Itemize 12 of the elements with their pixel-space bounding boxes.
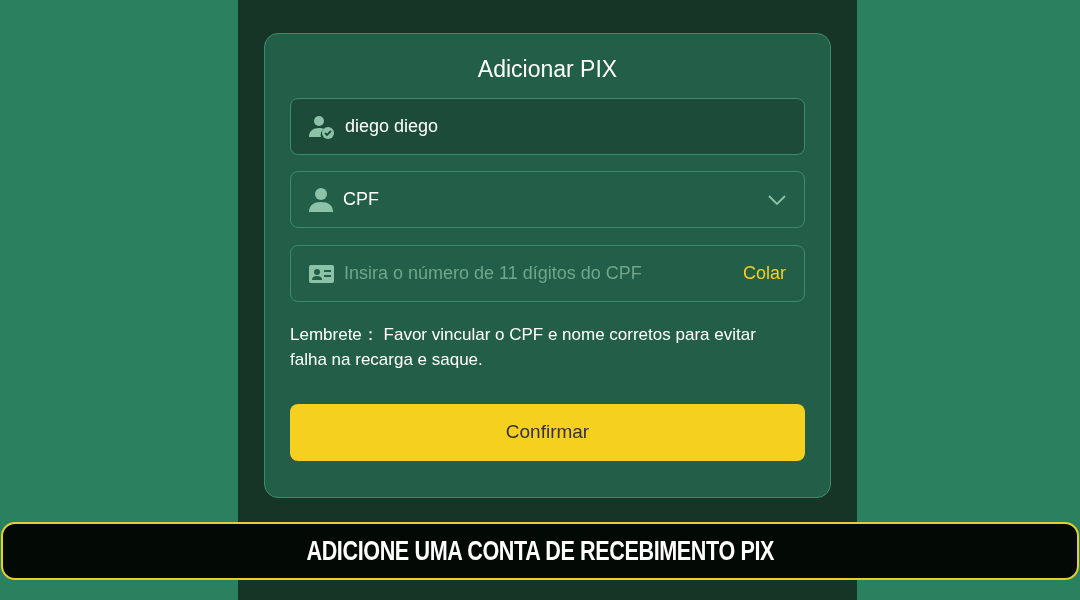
paste-link[interactable]: Colar [743, 260, 786, 287]
user-check-icon [309, 114, 335, 139]
caption-text: ADICIONE UMA CONTA DE RECEBIMENTO PIX [306, 534, 774, 568]
user-icon [309, 187, 333, 212]
reminder-text: Lembrete： Favor vincular o CPF e nome corretos para evitar falha na recarga e saque. [290, 324, 757, 371]
name-field[interactable]: diego diego [290, 98, 805, 155]
confirm-button[interactable]: Confirmar [290, 404, 805, 461]
chevron-down-icon [768, 194, 786, 205]
dialog-title: Adicionar PIX [476, 55, 619, 84]
cpf-input-field[interactable]: Insira o número de 11 dígitos do CPF Colar [290, 245, 805, 302]
id-card-icon [309, 264, 334, 283]
document-type-dropdown[interactable]: CPF [290, 171, 805, 228]
